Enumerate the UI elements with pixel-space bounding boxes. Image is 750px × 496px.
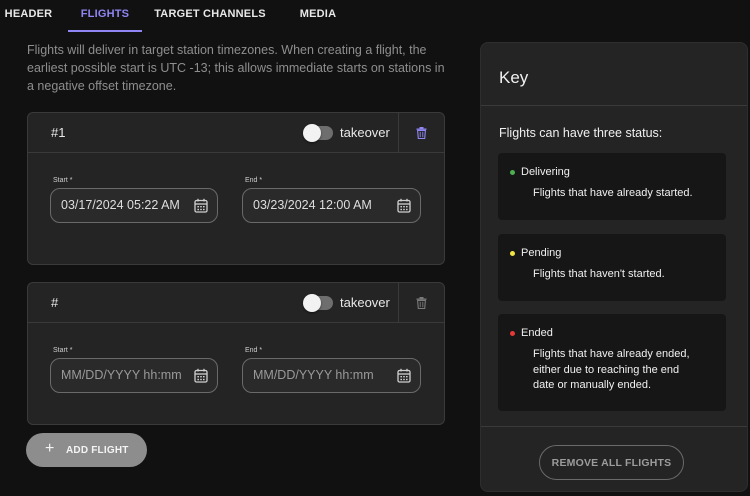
- status-description: Flights that haven't started.: [533, 268, 665, 280]
- trash-icon: [416, 297, 427, 309]
- calendar-icon[interactable]: [194, 198, 208, 213]
- key-title: Key: [499, 68, 529, 87]
- takeover-toggle[interactable]: [303, 294, 333, 312]
- takeover-toggle[interactable]: [303, 124, 333, 142]
- start-label: Start *: [53, 177, 73, 184]
- tab-flights[interactable]: FLIGHTS: [68, 0, 142, 32]
- tab-header[interactable]: HEADER: [0, 0, 57, 32]
- trash-icon: [416, 127, 427, 139]
- status-name: Pending: [521, 247, 562, 259]
- flight-card-header: # takeover: [28, 283, 444, 323]
- status-description: Flights that have already ended, either …: [533, 348, 690, 391]
- add-flight-label: ADD FLIGHT: [66, 445, 129, 456]
- delete-flight-button[interactable]: [398, 283, 444, 323]
- calendar-icon[interactable]: [397, 368, 411, 383]
- flight-number: #1: [51, 125, 66, 140]
- status-dot: [510, 331, 515, 336]
- takeover-label: takeover: [340, 125, 390, 140]
- key-subtitle: Flights can have three status:: [499, 126, 663, 140]
- toggle-knob: [303, 124, 321, 142]
- start-date-field[interactable]: 03/17/2024 05:22 AM: [50, 188, 218, 223]
- tab-bar: HEADER FLIGHTS TARGET CHANNELS MEDIA: [0, 0, 750, 32]
- start-date-field[interactable]: MM/DD/YYYY hh:mm aa: [50, 358, 218, 393]
- flights-intro-text: Flights will deliver in target station t…: [27, 43, 445, 93]
- tab-target-channels[interactable]: TARGET CHANNELS: [152, 0, 268, 32]
- status-dot: [510, 251, 515, 256]
- key-panel: Key Flights can have three status: Deliv…: [480, 42, 748, 492]
- toggle-knob: [303, 294, 321, 312]
- status-ended: Ended Flights that have already ended, e…: [498, 314, 726, 411]
- flight-card: #1 takeover Start * 03/17/2024 05:22 AM …: [27, 112, 445, 265]
- status-description: Flights that have already started.: [533, 187, 693, 199]
- flight-number: #: [51, 295, 59, 310]
- plus-icon: +: [45, 440, 55, 457]
- takeover-label: takeover: [340, 295, 390, 310]
- end-date-placeholder: MM/DD/YYYY hh:mm aa: [253, 368, 377, 382]
- end-date-value: 03/23/2024 12:00 AM: [253, 198, 372, 212]
- start-date-value: 03/17/2024 05:22 AM: [61, 198, 180, 212]
- end-label: End *: [245, 347, 263, 354]
- delete-flight-button[interactable]: [398, 113, 444, 153]
- start-label: Start *: [53, 347, 73, 354]
- end-date-field[interactable]: MM/DD/YYYY hh:mm aa: [242, 358, 421, 393]
- calendar-icon[interactable]: [194, 368, 208, 383]
- add-flight-button[interactable]: + ADD FLIGHT: [26, 433, 147, 467]
- tab-media[interactable]: MEDIA: [280, 0, 356, 32]
- status-name: Delivering: [521, 166, 570, 178]
- end-date-field[interactable]: 03/23/2024 12:00 AM: [242, 188, 421, 223]
- flight-card-header: #1 takeover: [28, 113, 444, 153]
- status-delivering: Delivering Flights that have already sta…: [498, 153, 726, 220]
- key-divider: [481, 426, 747, 427]
- end-label: End *: [245, 177, 263, 184]
- status-pending: Pending Flights that haven't started.: [498, 234, 726, 301]
- start-date-placeholder: MM/DD/YYYY hh:mm aa: [61, 368, 185, 382]
- status-name: Ended: [521, 327, 553, 339]
- key-divider: [481, 105, 747, 106]
- status-dot: [510, 170, 515, 175]
- remove-all-flights-button[interactable]: REMOVE ALL FLIGHTS: [539, 445, 684, 480]
- flight-card: # takeover Start * MM/DD/YYYY hh:mm aa E…: [27, 282, 445, 425]
- calendar-icon[interactable]: [397, 198, 411, 213]
